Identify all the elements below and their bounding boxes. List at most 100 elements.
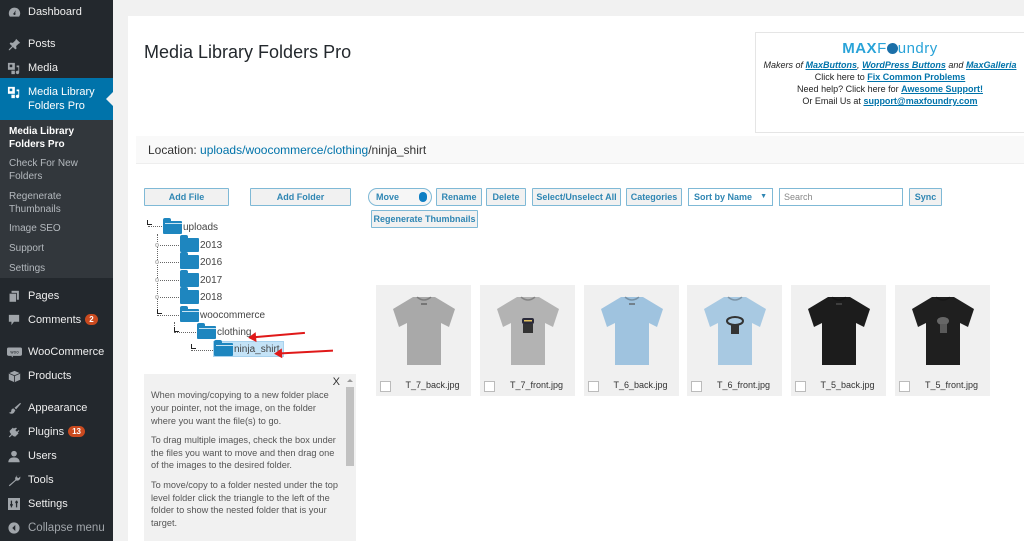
page-title: Media Library Folders Pro bbox=[144, 42, 352, 62]
sidebar-item-plugins[interactable]: Plugins 13 bbox=[0, 425, 113, 439]
sidebar-item-comments[interactable]: Comments 2 bbox=[0, 313, 113, 327]
select-checkbox[interactable] bbox=[899, 381, 910, 392]
breadcrumb-clothing[interactable]: clothing bbox=[327, 143, 368, 157]
tree-folder-2016[interactable]: 2016 bbox=[180, 252, 222, 270]
sidebar-item-media-library-folders-pro[interactable]: Media Library Folders Pro bbox=[0, 78, 113, 120]
collapse-uploads-toggle[interactable] bbox=[147, 220, 152, 225]
wordpress-buttons-link[interactable]: WordPress Buttons bbox=[862, 60, 946, 70]
maxbuttons-link[interactable]: MaxButtons bbox=[806, 60, 858, 70]
expand-2017-toggle[interactable] bbox=[155, 278, 159, 282]
submenu-item-check-new-folders[interactable]: Check For New Folders bbox=[9, 157, 109, 183]
media-thumbnail[interactable]: T_5_back.jpg bbox=[791, 285, 886, 396]
folder-open-icon bbox=[163, 217, 182, 234]
sidebar-label: Media Library Folders Pro bbox=[28, 86, 95, 112]
collapse-clothing-toggle[interactable] bbox=[174, 327, 179, 332]
scrollbar-thumb[interactable] bbox=[346, 387, 354, 466]
collapse-menu-button[interactable]: Collapse menu bbox=[0, 521, 113, 535]
collapse-woocommerce-toggle[interactable] bbox=[157, 309, 162, 314]
delete-button[interactable]: Delete bbox=[486, 188, 526, 206]
submenu-item-media-library-folders-pro[interactable]: Media Library Folders Pro bbox=[9, 125, 109, 151]
folder-label: uploads bbox=[183, 221, 219, 233]
expand-2016-toggle[interactable] bbox=[155, 260, 159, 264]
sidebar-item-tools[interactable]: Tools bbox=[0, 473, 113, 487]
sidebar-item-users[interactable]: Users bbox=[0, 449, 113, 463]
makers-prefix: Makers of bbox=[763, 60, 806, 70]
tree-folder-clothing[interactable]: clothing bbox=[197, 322, 251, 340]
file-name: T_5_back.jpg bbox=[820, 380, 875, 390]
sort-selected-value: Sort by Name bbox=[694, 192, 753, 202]
sidebar-label: Collapse menu bbox=[28, 522, 105, 534]
media-thumbnail[interactable]: T_6_front.jpg bbox=[687, 285, 782, 396]
sidebar-item-settings[interactable]: Settings bbox=[0, 497, 113, 511]
select-checkbox[interactable] bbox=[484, 381, 495, 392]
sidebar-label: Appearance bbox=[28, 402, 88, 414]
media-thumbnail[interactable]: T_5_front.jpg bbox=[895, 285, 990, 396]
select-all-button[interactable]: Select/Unselect All bbox=[532, 188, 621, 206]
breadcrumb-uploads[interactable]: uploads bbox=[200, 143, 242, 157]
sidebar-item-woocommerce[interactable]: woo WooCommerce bbox=[0, 345, 113, 359]
collapse-ninja-shirt-toggle[interactable] bbox=[191, 344, 196, 349]
expand-2013-toggle[interactable] bbox=[155, 243, 159, 247]
sidebar-item-media[interactable]: Media bbox=[0, 61, 113, 75]
select-checkbox[interactable] bbox=[691, 381, 702, 392]
tree-folder-woocommerce[interactable]: woocommerce bbox=[180, 305, 265, 323]
maxgalleria-link[interactable]: MaxGalleria bbox=[966, 60, 1017, 70]
tree-folder-2017[interactable]: 2017 bbox=[180, 270, 222, 288]
content-card: Media Library Folders Pro MAXF undry Make… bbox=[128, 16, 1024, 541]
submenu-item-support[interactable]: Support bbox=[9, 242, 109, 255]
regenerate-thumbnails-button[interactable]: Regenerate Thumbnails bbox=[371, 210, 478, 228]
submenu-item-regenerate-thumbnails[interactable]: Regenerate Thumbnails bbox=[9, 190, 109, 216]
expand-2018-toggle[interactable] bbox=[155, 295, 159, 299]
support-email-link[interactable]: support@maxfoundry.com bbox=[863, 96, 977, 106]
folder-open-icon bbox=[180, 305, 199, 322]
move-copy-toggle[interactable]: Move bbox=[368, 188, 432, 206]
media-thumbnail[interactable]: T_7_back.jpg bbox=[376, 285, 471, 396]
scroll-up-icon[interactable] bbox=[347, 379, 353, 382]
file-name: T_7_front.jpg bbox=[509, 380, 564, 390]
add-file-button[interactable]: Add File bbox=[144, 188, 229, 206]
logo-f: F bbox=[877, 40, 887, 57]
sync-button[interactable]: Sync bbox=[909, 188, 942, 206]
location-breadcrumb: Location: uploads/woocommerce/clothing/n… bbox=[136, 136, 1024, 164]
tshirt-image bbox=[791, 285, 886, 377]
tshirt-image bbox=[480, 285, 575, 377]
select-checkbox[interactable] bbox=[588, 381, 599, 392]
sort-select[interactable]: Sort by Name ▼ bbox=[688, 188, 773, 206]
tree-connector bbox=[157, 245, 179, 246]
tree-folder-2018[interactable]: 2018 bbox=[180, 287, 223, 305]
fix-line: Click here to Fix Common Problems bbox=[756, 71, 1024, 83]
sidebar-item-posts[interactable]: Posts bbox=[0, 37, 113, 51]
sidebar-item-appearance[interactable]: Appearance bbox=[0, 401, 113, 415]
sidebar-item-products[interactable]: Products bbox=[0, 369, 113, 383]
plug-icon bbox=[6, 425, 22, 439]
add-folder-button[interactable]: Add Folder bbox=[250, 188, 351, 206]
search-input[interactable] bbox=[779, 188, 903, 206]
help-prefix: Need help? Click here for bbox=[797, 84, 902, 94]
select-checkbox[interactable] bbox=[795, 381, 806, 392]
categories-button[interactable]: Categories bbox=[626, 188, 682, 206]
sidebar-label: Media bbox=[28, 62, 58, 74]
breadcrumb-woocommerce[interactable]: woocommerce bbox=[245, 143, 323, 157]
submenu-item-image-seo[interactable]: Image SEO bbox=[9, 222, 109, 235]
folder-label: 2018 bbox=[200, 291, 223, 303]
sidebar-item-pages[interactable]: Pages bbox=[0, 289, 113, 303]
sidebar-label-text: Plugins bbox=[28, 426, 65, 438]
tree-folder-uploads[interactable]: uploads bbox=[163, 217, 219, 235]
comment-icon bbox=[6, 313, 22, 327]
red-arrow-annotation bbox=[255, 331, 305, 339]
select-checkbox[interactable] bbox=[380, 381, 391, 392]
fix-common-problems-link[interactable]: Fix Common Problems bbox=[867, 72, 965, 82]
tree-folder-2013[interactable]: 2013 bbox=[180, 235, 222, 253]
help-scrollbar[interactable] bbox=[344, 374, 356, 541]
media-thumbnail[interactable]: T_6_back.jpg bbox=[584, 285, 679, 396]
close-help-button[interactable]: X bbox=[333, 376, 340, 388]
media-thumbnail[interactable]: T_7_front.jpg bbox=[480, 285, 575, 396]
sidebar-item-dashboard[interactable]: Dashboard bbox=[0, 5, 113, 19]
awesome-support-link[interactable]: Awesome Support! bbox=[901, 84, 983, 94]
box-icon bbox=[6, 369, 22, 383]
and-text: and bbox=[945, 60, 966, 70]
rename-button[interactable]: Rename bbox=[436, 188, 482, 206]
sidebar-label-text: Comments bbox=[28, 314, 82, 326]
submenu-item-settings[interactable]: Settings bbox=[9, 262, 109, 275]
svg-text:woo: woo bbox=[10, 349, 19, 354]
